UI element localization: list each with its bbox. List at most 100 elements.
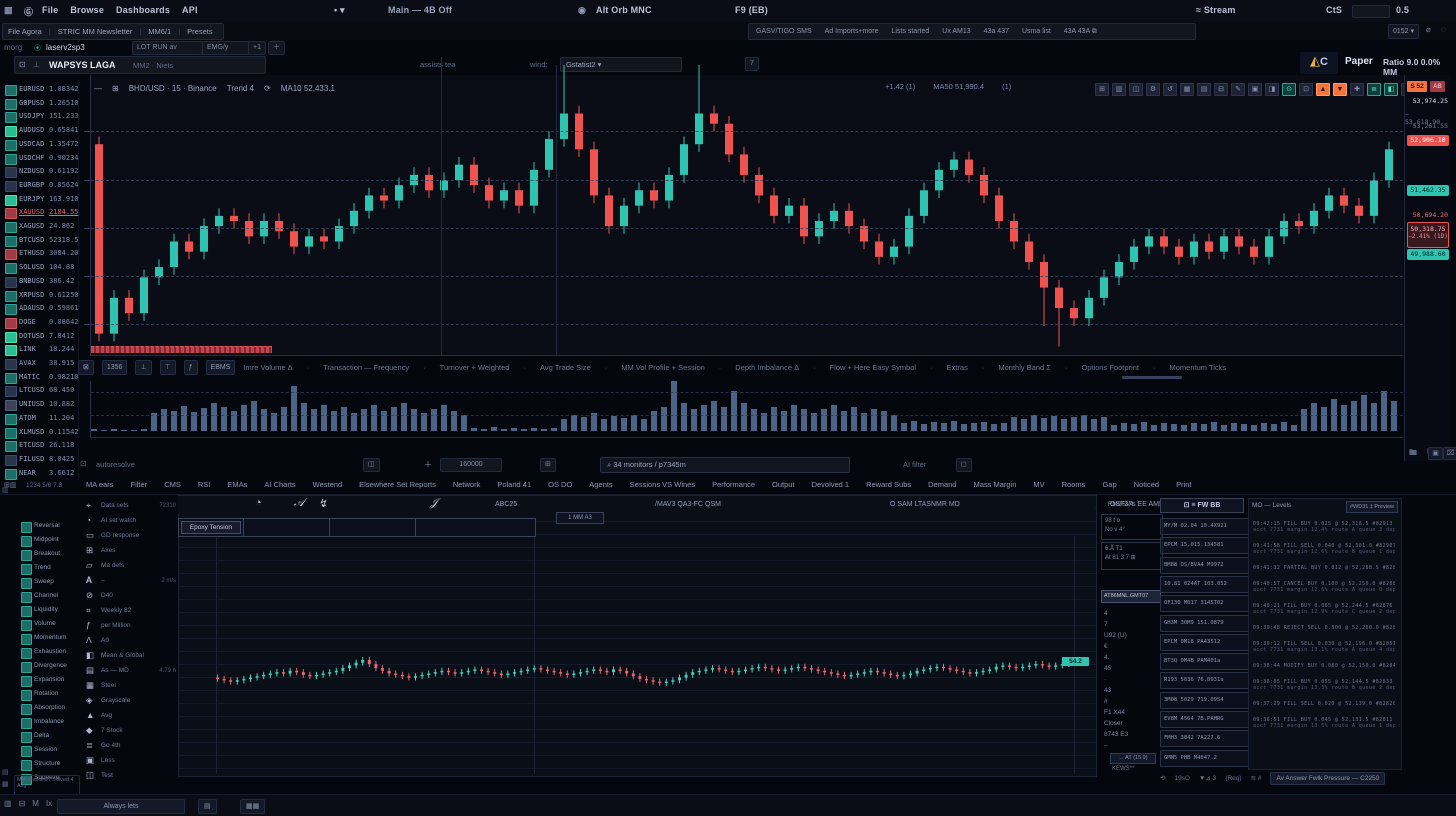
chart-toolbar-icon[interactable]: ↺ bbox=[1163, 83, 1177, 96]
top-toggle[interactable] bbox=[1352, 5, 1390, 18]
indicator-row[interactable]: Structure bbox=[13, 759, 77, 771]
order-row[interactable]: BT3Q 0M4B PAM401a bbox=[1160, 653, 1250, 670]
watchlist-row[interactable]: GBPUSD1.26510 bbox=[0, 98, 78, 110]
grid-icon[interactable]: ⊡ bbox=[19, 60, 26, 69]
indicator-row[interactable]: Rotation bbox=[13, 689, 77, 701]
workspace-tab[interactable]: MM6/1 bbox=[148, 27, 171, 36]
volume-toolbar-button[interactable]: ⊥ bbox=[135, 360, 151, 375]
bottom-tab[interactable]: Mass Margin bbox=[973, 480, 1016, 489]
symbol-box[interactable]: ⊡ ⊥ WAPSYS LAGA MM2 · Niets bbox=[14, 56, 266, 74]
bottom-bar-icon[interactable]: ⊟ bbox=[19, 799, 26, 808]
rail-icon-bottom1[interactable]: ▤ bbox=[2, 768, 9, 776]
indicator-row[interactable]: Liquidity bbox=[13, 605, 77, 617]
bottom-tab[interactable]: MV bbox=[1033, 480, 1044, 489]
order-row[interactable]: 3M08 5029 719.0954 bbox=[1160, 692, 1250, 709]
indicator-row[interactable]: Absorption bbox=[13, 703, 77, 715]
watchlist-row[interactable]: LINK18.244 bbox=[0, 344, 78, 356]
drawing-vline-1[interactable] bbox=[441, 57, 442, 355]
log-row[interactable]: 09:40:57 CANCEL BUY 0.100 @ 52,250.0 #82… bbox=[1253, 581, 1395, 593]
volume-toolbar-button[interactable]: ⊠ bbox=[78, 360, 94, 375]
bottom-tab[interactable]: Reward Subs bbox=[866, 480, 911, 489]
tool-item[interactable]: ◔AI set watch bbox=[80, 515, 178, 528]
count-button[interactable]: 7 bbox=[745, 57, 759, 71]
square-button[interactable]: ◻ bbox=[956, 458, 972, 472]
watchlist-row[interactable]: XRPUSD0.61250 bbox=[0, 290, 78, 302]
watchlist-row[interactable]: ATOM11.204 bbox=[0, 413, 78, 425]
tool-item[interactable]: ▭GD response bbox=[80, 530, 178, 543]
panel-icon[interactable]: ⊡ bbox=[80, 459, 87, 468]
tool-item[interactable]: ◆7 Stock bbox=[80, 725, 178, 738]
price-scale[interactable]: S 52 AB 53,974.25— 53,618.9053,261.5552,… bbox=[1404, 75, 1451, 461]
layout-field-1[interactable]: LOT RUN av bbox=[132, 41, 206, 55]
log-row[interactable]: 09:39:12 FILL SELL 0.030 @ 52,196.0 #828… bbox=[1253, 641, 1395, 653]
menu-item[interactable]: API bbox=[182, 5, 198, 15]
log-row[interactable]: 09:39:48 REJECT SELL 0.500 @ 52,200.0 #8… bbox=[1253, 625, 1395, 631]
legend-item[interactable]: MA10 52,433.1 bbox=[281, 84, 335, 93]
indicator-segment-label[interactable]: MM Vol Profile + Session bbox=[605, 363, 705, 372]
watchlist-row[interactable]: XAUUSD2184.55 bbox=[0, 207, 78, 219]
chart-toolbar-icon[interactable]: ▤ bbox=[1197, 83, 1211, 96]
header-cell-active[interactable]: Epoxy Tension bbox=[179, 519, 244, 536]
log-preview-button[interactable]: #WD31 ‡ Preview bbox=[1346, 501, 1398, 513]
indicator-row[interactable]: Midpoint bbox=[13, 535, 77, 547]
watchlist-row[interactable]: BNBUSD386.42 bbox=[0, 276, 78, 288]
bottom-bar-icon[interactable]: Ix bbox=[46, 799, 52, 808]
script-a-icon[interactable]: 𝒜 bbox=[294, 497, 304, 510]
indicator-row[interactable]: Session bbox=[13, 745, 77, 757]
chart-toolbar-icon[interactable]: ◨ bbox=[1265, 83, 1279, 96]
order-row[interactable]: R193 5036 76.0931a bbox=[1160, 672, 1250, 689]
workspace-tab[interactable]: Presets bbox=[187, 27, 212, 36]
indicator-row[interactable]: Expansion bbox=[13, 675, 77, 687]
script-j-icon[interactable]: 𝒥 bbox=[430, 497, 438, 510]
side-list-item[interactable]: 8743 E3 bbox=[1104, 731, 1128, 738]
side-list-item[interactable]: F1 X44 bbox=[1104, 709, 1125, 716]
bottom-tab[interactable]: Noticed bbox=[1134, 480, 1159, 489]
tool-item[interactable]: ⊘D40 bbox=[80, 590, 178, 603]
log-row[interactable]: 09:37:29 FILL SELL 0.020 @ 52,139.0 #828… bbox=[1253, 701, 1395, 707]
watchlist-row[interactable]: USDCAD1.35472 bbox=[0, 139, 78, 151]
bell-icon[interactable]: ◌ bbox=[1441, 25, 1446, 34]
order-row[interactable]: EPCM 15,015.134581 bbox=[1160, 537, 1250, 554]
bottom-tab[interactable]: Rooms bbox=[1062, 480, 1086, 489]
tool-item[interactable]: ƒper Million bbox=[80, 620, 178, 633]
watchlist-row[interactable]: BTCUSD52318.5 bbox=[0, 235, 78, 247]
watchlist-row[interactable]: ADAUSD0.59861 bbox=[0, 303, 78, 315]
bottom-tab[interactable]: Elsewhere Set Reports bbox=[359, 480, 436, 489]
monitor-search-input[interactable]: ⌕ 34 monitors / p7345m bbox=[600, 457, 850, 473]
log-row[interactable]: 09:38:44 MODIFY BUY 0.080 @ 52,150.0 #82… bbox=[1253, 663, 1395, 669]
indicator-segment-label[interactable]: Momentum Ticks bbox=[1153, 363, 1226, 372]
indicator-segment-label[interactable]: Options Footprint bbox=[1065, 363, 1139, 372]
plus-icon[interactable]: ＋ bbox=[424, 459, 432, 470]
bottom-tab[interactable]: Filter bbox=[131, 480, 148, 489]
bottom-tab[interactable]: OS DO bbox=[548, 480, 572, 489]
bottom-tab[interactable]: Output bbox=[772, 480, 795, 489]
volume-toolbar-button[interactable]: ƒ bbox=[184, 360, 198, 375]
side-list-item[interactable]: Closer bbox=[1104, 720, 1123, 727]
layout-add-button[interactable]: +1 bbox=[248, 41, 266, 55]
chart-toolbar-icon[interactable]: ⊟ bbox=[1214, 83, 1228, 96]
tool-item[interactable]: ⌖Data sets72310 bbox=[80, 500, 178, 513]
chart-toolbar-icon[interactable]: ✎ bbox=[1231, 83, 1245, 96]
order-row[interactable]: BM88 OS/BVA4 M9972 bbox=[1160, 557, 1250, 574]
indicator-segment-label[interactable]: Transaction — Frequency bbox=[307, 363, 410, 372]
chart-toolbar-icon[interactable]: ▥ bbox=[1112, 83, 1126, 96]
watchlist-row[interactable]: EURUSD1.08342 bbox=[0, 84, 78, 96]
tool-item[interactable]: ≣Go 4th bbox=[80, 740, 178, 753]
window-icon[interactable]: ▦ bbox=[4, 5, 13, 16]
indicator-row[interactable]: Trend bbox=[13, 563, 77, 575]
refresh-icon[interactable]: ⌀ bbox=[1426, 25, 1431, 34]
orders-header[interactable]: ⊡ ≡ FW BB bbox=[1160, 498, 1244, 513]
side-list-item[interactable]: U92 (U) bbox=[1104, 632, 1127, 639]
bottom-tab[interactable]: Devolved 1 bbox=[812, 480, 850, 489]
layout-plus-button[interactable]: ＋ bbox=[268, 41, 285, 55]
chart-toolbar-icon[interactable]: ▼ bbox=[1333, 83, 1347, 96]
bottom-bar-icon[interactable]: ▥ bbox=[4, 799, 12, 808]
tool-item[interactable]: ⌗Weekly 82 bbox=[80, 605, 178, 618]
pin-icon[interactable]: ⊥ bbox=[33, 60, 40, 69]
log-row[interactable]: 09:41:32 PARTIAL BUY 0.012 @ 52,288.5 #8… bbox=[1253, 565, 1395, 571]
chart-toolbar-icon[interactable]: ⊞ bbox=[1095, 83, 1109, 96]
indicator-row[interactable]: Sweep bbox=[13, 577, 77, 589]
legend-item[interactable]: ⊞ bbox=[112, 84, 119, 93]
log-row[interactable]: 09:40:21 FILL BUY 0.065 @ 52,244.5 #8287… bbox=[1253, 603, 1395, 615]
order-row[interactable]: GH3M 30M9 151.0879 bbox=[1160, 615, 1250, 632]
